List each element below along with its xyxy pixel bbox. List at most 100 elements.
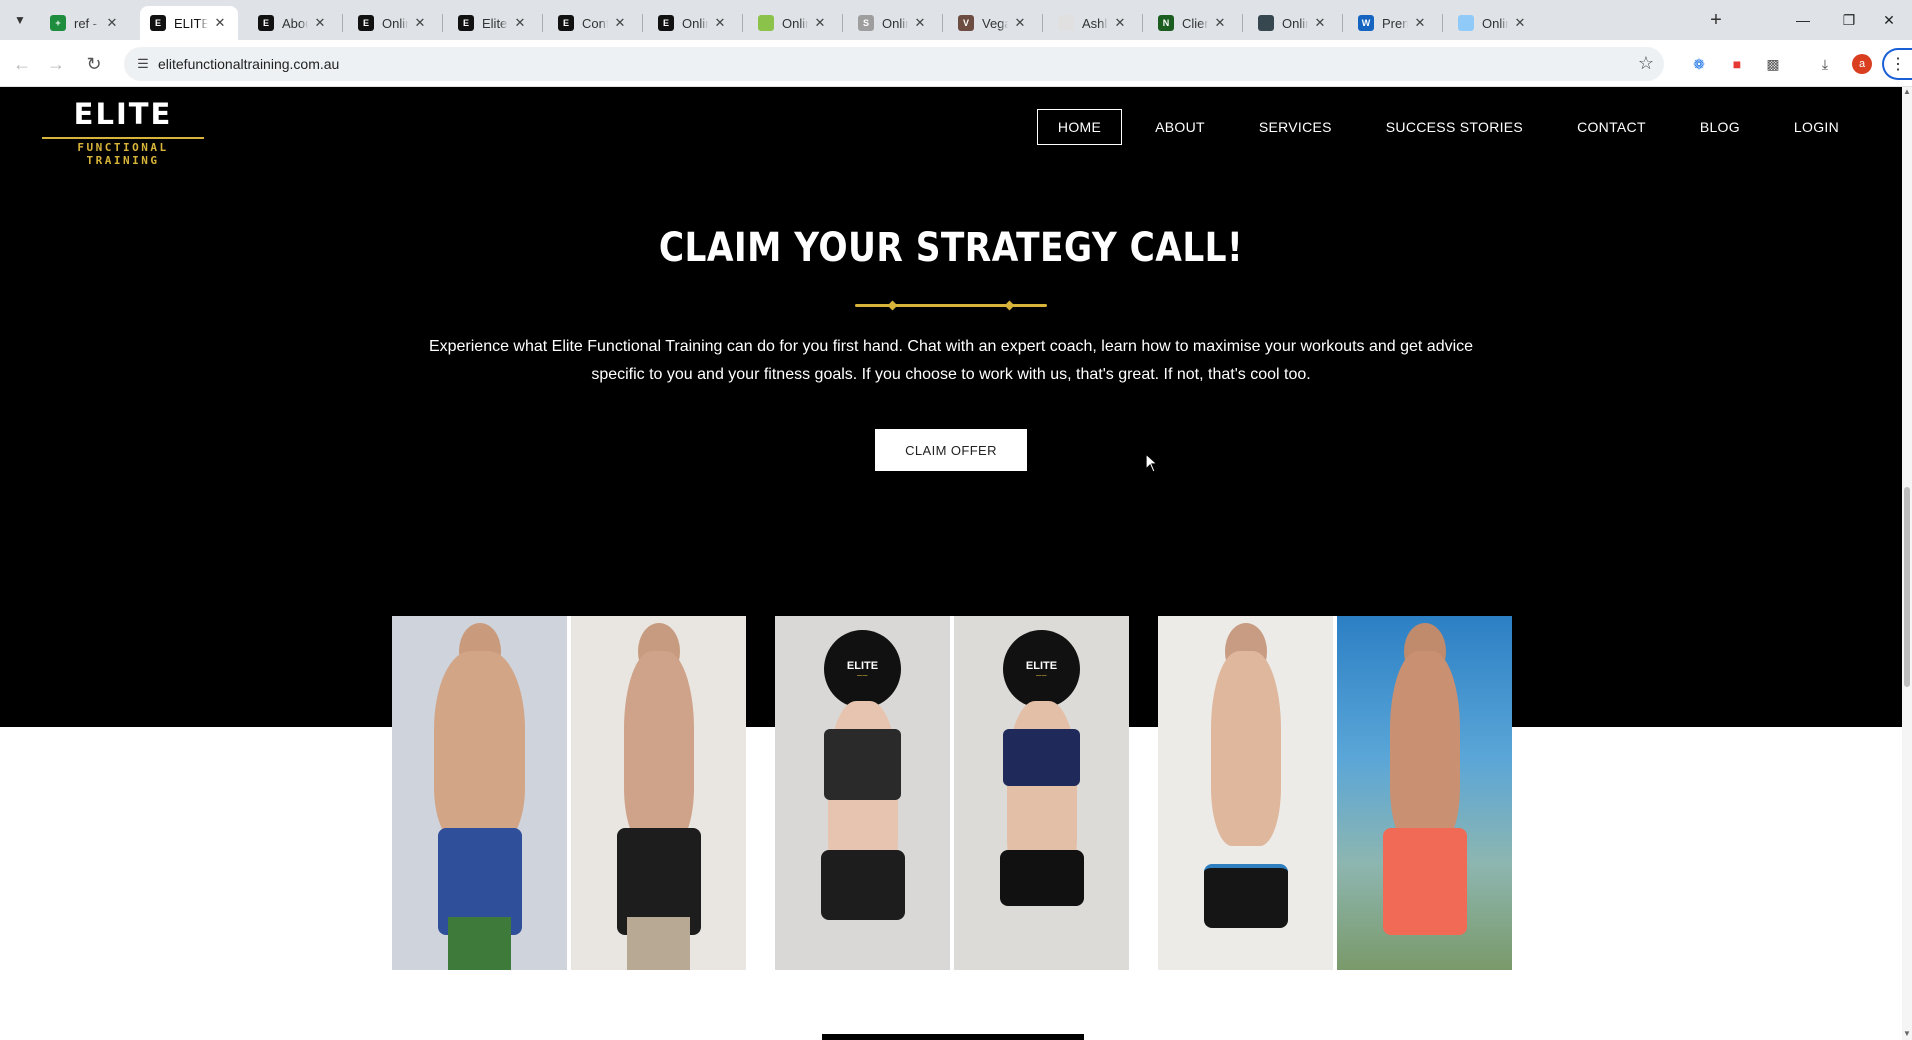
- tab-favicon-icon: E: [150, 15, 166, 31]
- chevron-down-icon[interactable]: ▼: [8, 8, 32, 32]
- photo-figure: [999, 849, 1084, 907]
- tab-favicon-icon: E: [558, 15, 574, 31]
- browser-tab[interactable]: N Client✕: [1148, 6, 1238, 40]
- close-icon[interactable]: ✕: [104, 15, 120, 31]
- close-icon[interactable]: ✕: [212, 15, 228, 31]
- logo-underline: [42, 137, 204, 139]
- tab-title: Contact: [582, 15, 608, 31]
- tab-title: Elite Fu: [482, 15, 508, 31]
- close-icon[interactable]: ✕: [812, 15, 828, 31]
- claim-offer-button[interactable]: CLAIM OFFER: [875, 429, 1027, 471]
- scroll-down-icon[interactable]: ▼: [1903, 1029, 1911, 1038]
- browser-tab[interactable]: E ELITE F✕: [140, 6, 238, 40]
- nav-item-home[interactable]: HOME: [1036, 109, 1123, 145]
- nav-item-blog[interactable]: BLOG: [1679, 109, 1761, 145]
- badge-sub: ——: [857, 672, 868, 679]
- close-icon[interactable]: ✕: [1212, 15, 1228, 31]
- browser-tab[interactable]: Online✕: [1448, 6, 1538, 40]
- address-bar[interactable]: ☰ elitefunctionaltraining.com.au ☆: [124, 47, 1664, 81]
- star-icon[interactable]: ☆: [1638, 53, 1654, 74]
- back-arrow-icon[interactable]: ←: [8, 50, 36, 78]
- browser-tab[interactable]: E Online✕: [348, 6, 438, 40]
- browser-tab[interactable]: Online✕: [748, 6, 838, 40]
- tab-separator: [1142, 14, 1143, 32]
- minimize-icon[interactable]: —: [1780, 0, 1826, 40]
- divider-dot: [1004, 300, 1015, 311]
- tab-title: ELITE F: [174, 15, 208, 31]
- close-icon[interactable]: ✕: [712, 15, 728, 31]
- forward-arrow-icon[interactable]: →: [42, 50, 70, 78]
- tab-favicon-icon: V: [958, 15, 974, 31]
- site-header: ELITE FUNCTIONAL TRAINING HOME ABOUT SERVI…: [0, 87, 1902, 167]
- nav-item-success-stories[interactable]: SUCCESS STORIES: [1365, 109, 1544, 145]
- scrollbar-thumb[interactable]: [1904, 487, 1910, 687]
- tab-separator: [942, 14, 943, 32]
- close-icon[interactable]: ✕: [1112, 15, 1128, 31]
- transformation-card[interactable]: [1158, 616, 1512, 970]
- tab-favicon-icon: [1258, 15, 1274, 31]
- tab-separator: [442, 14, 443, 32]
- before-photo: [1158, 616, 1333, 970]
- tab-title: Premiu: [1382, 15, 1408, 31]
- photo-floor: [448, 916, 511, 970]
- tab-favicon-icon: S: [858, 15, 874, 31]
- extension-icon[interactable]: ❁: [1688, 53, 1710, 75]
- close-icon[interactable]: ✕: [1866, 0, 1912, 40]
- gold-divider: [855, 300, 1047, 311]
- transformation-card[interactable]: ELITE —— ELITE ——: [775, 616, 1129, 970]
- after-photo: ELITE ——: [954, 616, 1129, 970]
- web-page: ELITE FUNCTIONAL TRAINING HOME ABOUT SERVI…: [0, 87, 1902, 1040]
- transformation-card[interactable]: [392, 616, 746, 970]
- photo-figure: [1389, 651, 1460, 847]
- close-icon[interactable]: ✕: [1512, 15, 1528, 31]
- photo-floor: [627, 916, 690, 970]
- tab-favicon-icon: +: [50, 15, 66, 31]
- tab-title: Client: [1182, 15, 1208, 31]
- section-button-edge[interactable]: [822, 1034, 1084, 1040]
- nav-item-contact[interactable]: CONTACT: [1556, 109, 1667, 145]
- nav-item-login[interactable]: LOGIN: [1773, 109, 1860, 145]
- close-icon[interactable]: ✕: [512, 15, 528, 31]
- site-info-icon[interactable]: ☰: [134, 55, 152, 73]
- main-navigation: HOME ABOUT SERVICES SUCCESS STORIES CONTACT B…: [1025, 109, 1860, 145]
- browser-tab[interactable]: S Online✕: [848, 6, 938, 40]
- site-logo[interactable]: ELITE FUNCTIONAL TRAINING: [42, 97, 204, 167]
- browser-tab[interactable]: W Premiu✕: [1348, 6, 1438, 40]
- plus-icon[interactable]: +: [1704, 8, 1728, 32]
- nav-item-about[interactable]: ABOUT: [1134, 109, 1226, 145]
- close-icon[interactable]: ✕: [1312, 15, 1328, 31]
- nav-item-services[interactable]: SERVICES: [1238, 109, 1353, 145]
- avatar[interactable]: a: [1852, 54, 1872, 74]
- scroll-up-icon[interactable]: ▲: [1903, 87, 1911, 96]
- tab-favicon-icon: E: [258, 15, 274, 31]
- badge-text: ELITE: [1025, 659, 1058, 672]
- url-text[interactable]: elitefunctionaltraining.com.au: [158, 56, 339, 72]
- reload-icon[interactable]: ↻: [80, 50, 108, 78]
- close-icon[interactable]: ✕: [912, 15, 928, 31]
- close-icon[interactable]: ✕: [412, 15, 428, 31]
- kebab-menu-icon[interactable]: ⋮: [1882, 48, 1912, 80]
- browser-tab[interactable]: E Elite Fu✕: [448, 6, 538, 40]
- badge-sub: ——: [1036, 672, 1047, 679]
- puzzle-icon[interactable]: ▩: [1762, 53, 1784, 75]
- page-scrollbar[interactable]: ▲ ▼: [1902, 87, 1912, 1040]
- close-icon[interactable]: ✕: [312, 15, 328, 31]
- close-icon[interactable]: ✕: [1412, 15, 1428, 31]
- tab-title: ref - Go: [74, 15, 100, 31]
- download-icon[interactable]: ⤓: [1814, 53, 1836, 75]
- browser-tab[interactable]: E Contact✕: [548, 6, 638, 40]
- photo-figure: [1210, 651, 1281, 847]
- browser-tab[interactable]: + ref - Go✕: [40, 6, 130, 40]
- browser-tab[interactable]: V Vegan✕: [948, 6, 1038, 40]
- mouse-cursor-icon: [1145, 453, 1159, 473]
- photo-figure: [1382, 828, 1467, 935]
- browser-tab[interactable]: Ashley✕: [1048, 6, 1138, 40]
- tab-strip: ▼ +ref - Go✕EELITE F✕EAbout E✕EOnline✕EE…: [0, 0, 1912, 40]
- browser-tab[interactable]: E Online✕: [648, 6, 738, 40]
- browser-tab[interactable]: Online✕: [1248, 6, 1338, 40]
- shield-extension-icon[interactable]: ■: [1726, 53, 1748, 75]
- browser-tab[interactable]: E About E✕: [248, 6, 338, 40]
- close-icon[interactable]: ✕: [1012, 15, 1028, 31]
- elite-badge-icon: ELITE ——: [1003, 630, 1080, 709]
- close-icon[interactable]: ✕: [612, 15, 628, 31]
